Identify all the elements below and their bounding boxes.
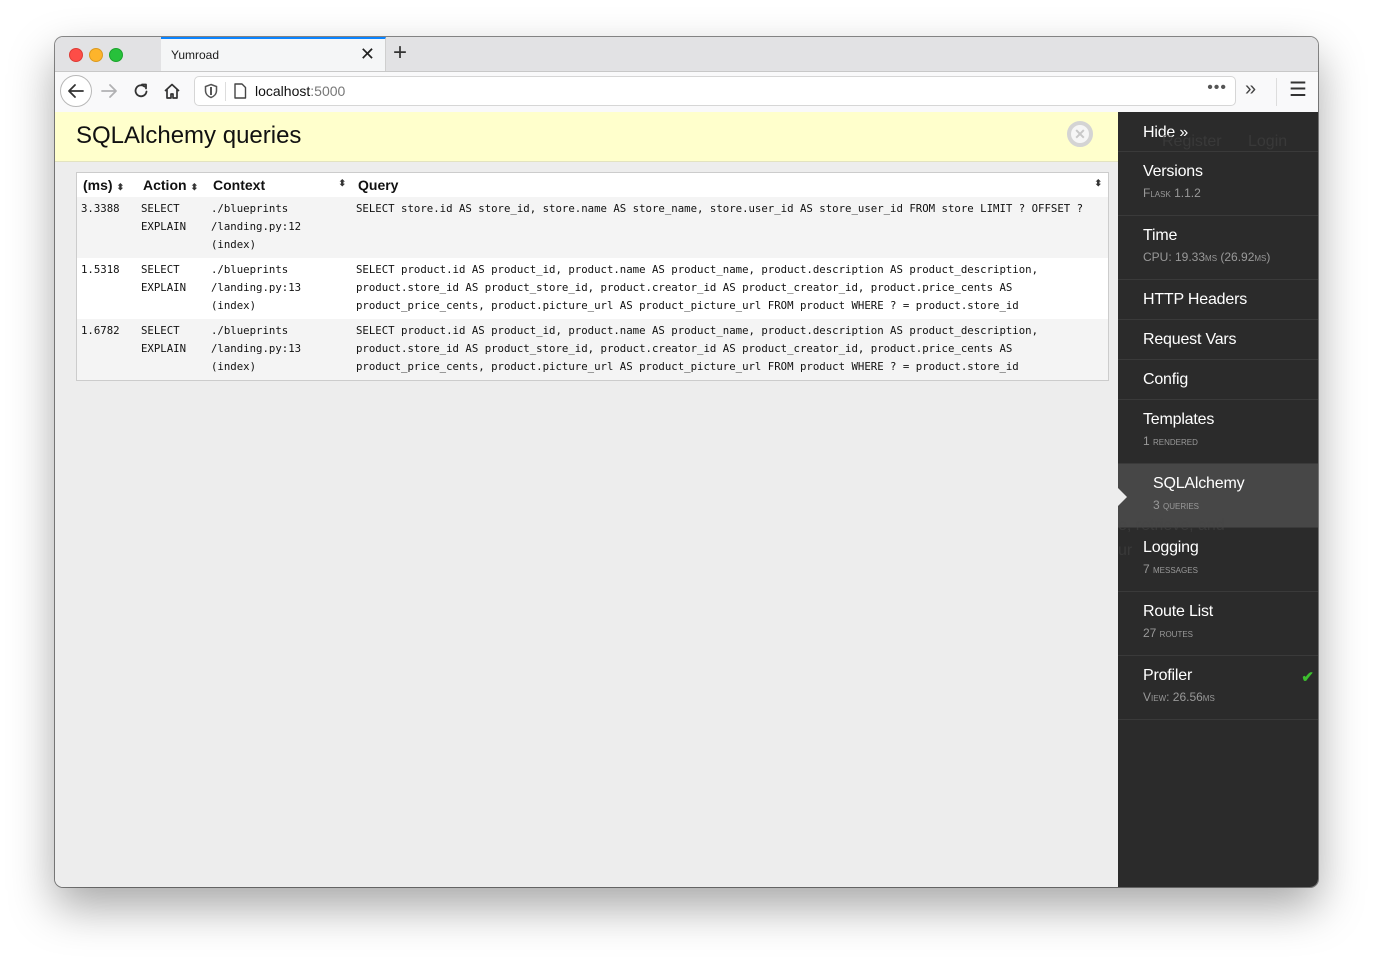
close-panel-button[interactable]: ✕ [1067, 121, 1093, 147]
sidebar-item-logging[interactable]: Logging 7 messages [1118, 528, 1318, 592]
close-icon: ✕ [1074, 125, 1086, 142]
cell-query: SELECT store.id AS store_id, store.name … [352, 197, 1108, 258]
cell-context: ./blueprints/landing.py:13 (index) [207, 319, 352, 380]
table-row: 3.3388 SELECT EXPLAIN ./blueprints/landin… [77, 197, 1108, 258]
nav-bar: localhost:5000 ••• » ☰ [55, 72, 1318, 113]
panel-title: SQLAlchemy queries [76, 122, 302, 149]
toolbar-divider [1276, 78, 1277, 106]
page-icon [234, 83, 247, 99]
explain-link[interactable]: EXPLAIN [141, 218, 203, 236]
page-actions-icon[interactable]: ••• [1207, 79, 1227, 97]
cell-action: SELECT EXPLAIN [137, 258, 207, 319]
url-bar[interactable]: localhost:5000 ••• [194, 76, 1236, 106]
panel-header: SQLAlchemy queries ✕ [55, 112, 1118, 162]
tab-close-icon[interactable]: ✕ [360, 43, 375, 65]
back-button[interactable] [60, 75, 92, 107]
cell-ms: 1.6782 [77, 319, 137, 380]
cell-action: SELECT EXPLAIN [137, 319, 207, 380]
reload-button[interactable] [127, 77, 155, 105]
table-header-row: (ms) ⬍ Action ⬍ Context ⬍ Query ⬍ [77, 173, 1108, 197]
hamburger-menu-icon[interactable]: ☰ [1289, 77, 1307, 102]
forward-button[interactable] [95, 77, 123, 105]
cell-context: ./blueprints/landing.py:12 (index) [207, 197, 352, 258]
hide-toolbar-button[interactable]: Hide » [1118, 112, 1318, 152]
select-link[interactable]: SELECT [141, 261, 203, 279]
tab-strip: Yumroad ✕ + [55, 37, 1318, 72]
sidebar-item-templates[interactable]: Templates 1 rendered [1118, 400, 1318, 464]
select-link[interactable]: SELECT [141, 200, 203, 218]
cell-query: SELECT product.id AS product_id, product… [352, 319, 1108, 380]
url-separator [225, 82, 226, 101]
sort-icon: ⬍ [338, 178, 346, 188]
zoom-window-button[interactable] [109, 48, 123, 62]
url-host: localhost [255, 83, 311, 99]
explain-link[interactable]: EXPLAIN [141, 340, 203, 358]
cell-context: ./blueprints/landing.py:13 (index) [207, 258, 352, 319]
sort-icon: ⬍ [190, 181, 199, 192]
column-header-action[interactable]: Action ⬍ [137, 173, 207, 197]
cell-ms: 3.3388 [77, 197, 137, 258]
table-row: 1.6782 SELECT EXPLAIN ./blueprints/landin… [77, 319, 1108, 380]
reload-icon [134, 83, 148, 98]
browser-window: Yumroad ✕ + localhost:5000 ••• » ☰ SQLAl… [55, 37, 1318, 887]
cell-action: SELECT EXPLAIN [137, 197, 207, 258]
sidebar-item-profiler[interactable]: Profiler View: 26.56ms ✔ [1118, 656, 1318, 720]
table-row: 1.5318 SELECT EXPLAIN ./blueprints/landin… [77, 258, 1108, 319]
tab-title: Yumroad [171, 48, 220, 62]
sort-icon: ⬍ [1094, 178, 1102, 188]
close-window-button[interactable] [69, 48, 83, 62]
shield-icon[interactable] [203, 83, 219, 99]
minimize-window-button[interactable] [89, 48, 103, 62]
active-indicator-arrow [1118, 488, 1127, 506]
new-tab-button[interactable]: + [393, 40, 407, 66]
sidebar-item-http-headers[interactable]: HTTP Headers [1118, 280, 1318, 320]
cell-query: SELECT product.id AS product_id, product… [352, 258, 1108, 319]
cell-ms: 1.5318 [77, 258, 137, 319]
sidebar-item-request-vars[interactable]: Request Vars [1118, 320, 1318, 360]
url-text[interactable]: localhost:5000 [255, 83, 345, 99]
arrow-right-icon [101, 84, 117, 98]
checkmark-icon[interactable]: ✔ [1301, 668, 1314, 686]
column-header-ms[interactable]: (ms) ⬍ [77, 173, 137, 197]
sidebar-item-versions[interactable]: Versions Flask 1.1.2 [1118, 152, 1318, 216]
column-header-context[interactable]: Context ⬍ [207, 173, 352, 197]
sidebar-item-sqlalchemy[interactable]: SQLAlchemy 3 queries [1118, 464, 1318, 528]
page-content: SQLAlchemy queries ✕ (ms) ⬍ Action ⬍ Conte… [55, 112, 1118, 887]
sidebar-item-time[interactable]: Time CPU: 19.33ms (26.92ms) [1118, 216, 1318, 280]
explain-link[interactable]: EXPLAIN [141, 279, 203, 297]
queries-table: (ms) ⬍ Action ⬍ Context ⬍ Query ⬍ 3.3388 SEL… [76, 172, 1109, 381]
home-icon [164, 83, 180, 99]
arrow-left-icon [68, 84, 84, 98]
sidebar-item-route-list[interactable]: Route List 27 routes [1118, 592, 1318, 656]
tab-yumroad[interactable]: Yumroad ✕ [161, 37, 386, 71]
overflow-menu-icon[interactable]: » [1245, 78, 1256, 101]
url-port: :5000 [310, 83, 346, 99]
column-header-query[interactable]: Query ⬍ [352, 173, 1108, 197]
select-link[interactable]: SELECT [141, 322, 203, 340]
home-button[interactable] [158, 77, 186, 105]
sort-icon: ⬍ [116, 181, 125, 192]
debug-toolbar-sidebar: Hide » Versions Flask 1.1.2 Time CPU: 19… [1118, 112, 1318, 887]
sidebar-item-config[interactable]: Config [1118, 360, 1318, 400]
